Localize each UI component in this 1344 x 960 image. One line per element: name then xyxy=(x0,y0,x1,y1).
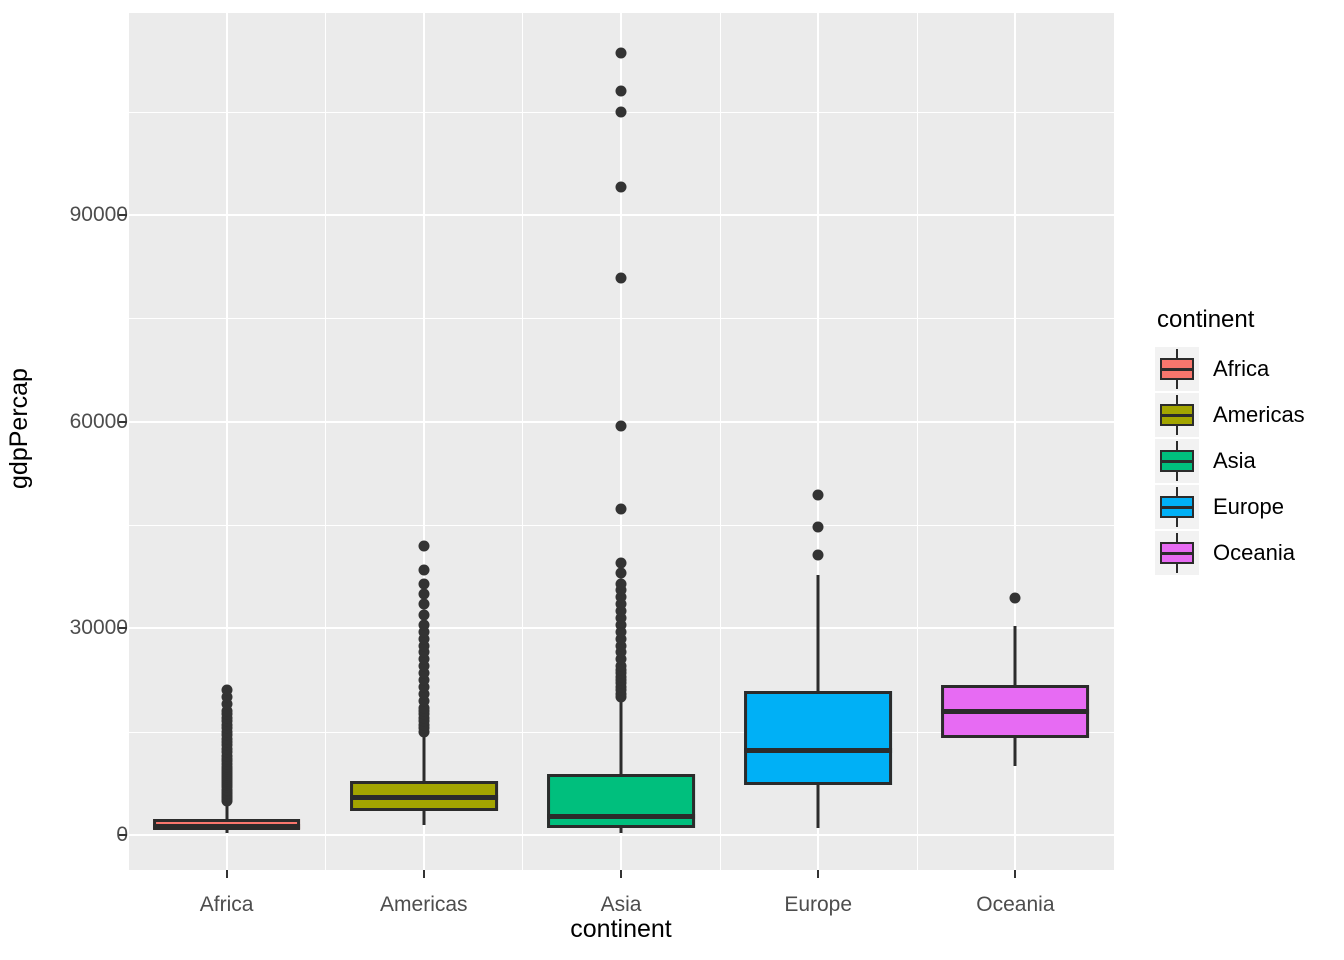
y-axis-title-label: gdpPercap xyxy=(4,368,33,489)
x-tick-label-africa: Africa xyxy=(199,893,254,916)
y-tick-mark xyxy=(119,834,127,836)
y-tick-mark xyxy=(119,420,127,423)
x-tick-mark xyxy=(422,870,425,878)
legend-item-africa[interactable]: Africa xyxy=(1155,346,1344,392)
y-axis-title: gdpPercap xyxy=(0,0,39,857)
legend-key-icon xyxy=(1155,393,1199,437)
x-tick-mark xyxy=(225,870,228,878)
legend-item-label: Africa xyxy=(1213,356,1270,381)
legend-item-americas[interactable]: Americas xyxy=(1155,392,1344,438)
legend-item-label: Europe xyxy=(1213,494,1284,519)
legend-items: Africa Americas Asia Europe Oceania xyxy=(1155,346,1344,576)
x-axis-title: continent xyxy=(570,915,672,943)
legend-item-asia[interactable]: Asia xyxy=(1155,438,1344,484)
x-tick-mark xyxy=(1014,870,1017,878)
x-tick-mark xyxy=(817,870,820,878)
legend-key-icon xyxy=(1155,531,1199,575)
y-tick-mark xyxy=(119,627,127,630)
x-tick-label-asia: Asia xyxy=(600,893,642,916)
whisker-upper xyxy=(1013,626,1017,685)
legend-item-label: Americas xyxy=(1213,402,1305,427)
x-tick-mark xyxy=(620,870,622,878)
legend-item-europe[interactable]: Europe xyxy=(1155,484,1344,530)
legend-key-icon xyxy=(1155,347,1199,391)
plot-panel xyxy=(128,13,1114,870)
legend-title: continent xyxy=(1157,306,1255,333)
x-tick-label-americas: Americas xyxy=(380,893,468,916)
x-tick-label-oceania: Oceania xyxy=(976,893,1055,916)
legend-item-label: Oceania xyxy=(1213,540,1295,565)
boxplot-layer xyxy=(128,13,1114,870)
boxplot-oceania[interactable] xyxy=(128,13,1114,870)
legend-item-oceania[interactable]: Oceania xyxy=(1155,530,1344,576)
y-tick-mark xyxy=(119,214,127,216)
legend-item-label: Asia xyxy=(1213,448,1256,473)
legend-key-icon xyxy=(1155,439,1199,483)
chart-root: gdpPercap 0300006000090000 AfricaAmerica… xyxy=(0,0,1344,960)
x-tick-label-europe: Europe xyxy=(784,893,853,916)
legend: continent Africa Americas Asia Europe Oceani… xyxy=(1155,306,1344,576)
median-line xyxy=(941,708,1090,714)
whisker-lower xyxy=(1013,737,1017,766)
outlier-point xyxy=(1009,592,1021,604)
legend-key-icon xyxy=(1155,485,1199,529)
